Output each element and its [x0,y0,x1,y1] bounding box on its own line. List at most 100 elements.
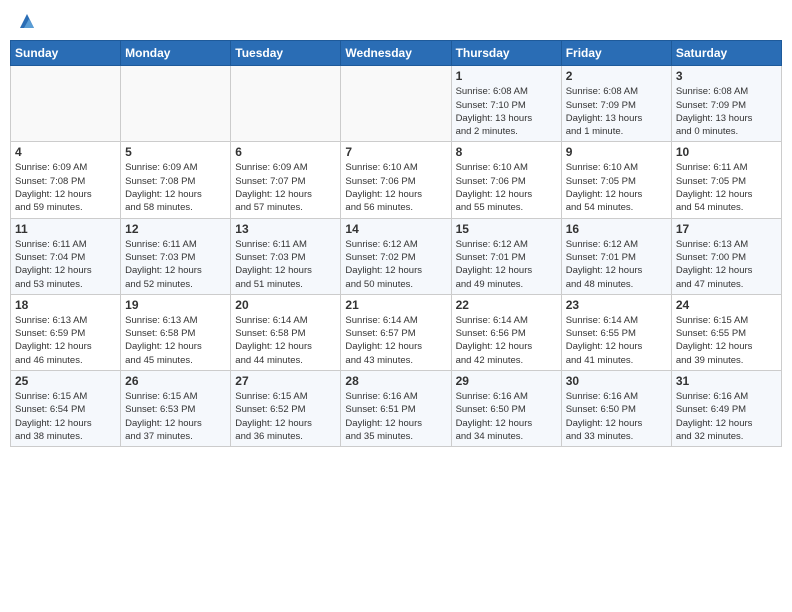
day-info: Sunrise: 6:12 AM Sunset: 7:01 PM Dayligh… [456,238,557,291]
calendar-cell: 31Sunrise: 6:16 AM Sunset: 6:49 PM Dayli… [671,371,781,447]
calendar-cell [341,66,451,142]
day-header-thursday: Thursday [451,41,561,66]
day-info: Sunrise: 6:16 AM Sunset: 6:50 PM Dayligh… [456,390,557,443]
calendar-cell: 15 Sunrise: 6:12 AM Sunset: 7:01 PM Dayli… [451,218,561,294]
day-number: 29 [456,374,557,388]
calendar-cell: 5 Sunrise: 6:09 AM Sunset: 7:08 PM Daylig… [121,142,231,218]
day-info: Sunrise: 6:08 AM Sunset: 7:09 PM Dayligh… [566,85,667,138]
calendar-cell: 24 Sunrise: 6:15 AM Sunset: 6:55 PM Dayli… [671,294,781,370]
day-number: 17 [676,222,777,236]
calendar-cell: 20Sunrise: 6:14 AM Sunset: 6:58 PM Dayli… [231,294,341,370]
day-number: 19 [125,298,226,312]
calendar-cell [121,66,231,142]
day-info: Sunrise: 6:13 AM Sunset: 6:58 PM Dayligh… [125,314,226,367]
calendar-cell: 12 Sunrise: 6:11 AM Sunset: 7:03 PM Dayli… [121,218,231,294]
calendar-cell: 3 Sunrise: 6:08 AM Sunset: 7:09 PM Daylig… [671,66,781,142]
calendar-cell: 13 Sunrise: 6:11 AM Sunset: 7:03 PM Dayli… [231,218,341,294]
logo [14,10,38,32]
calendar-week-row: 25Sunrise: 6:15 AM Sunset: 6:54 PM Dayli… [11,371,782,447]
day-info: Sunrise: 6:09 AM Sunset: 7:08 PM Dayligh… [15,161,116,214]
day-info: Sunrise: 6:10 AM Sunset: 7:06 PM Dayligh… [456,161,557,214]
calendar-cell: 30 Sunrise: 6:16 AM Sunset: 6:50 PM Dayli… [561,371,671,447]
day-number: 24 [676,298,777,312]
calendar-cell: 26Sunrise: 6:15 AM Sunset: 6:53 PM Dayli… [121,371,231,447]
day-number: 1 [456,69,557,83]
day-number: 10 [676,145,777,159]
calendar-cell [231,66,341,142]
day-number: 5 [125,145,226,159]
calendar-cell: 10 Sunrise: 6:11 AM Sunset: 7:05 PM Dayli… [671,142,781,218]
day-header-tuesday: Tuesday [231,41,341,66]
day-number: 9 [566,145,667,159]
day-header-friday: Friday [561,41,671,66]
calendar-week-row: 4 Sunrise: 6:09 AM Sunset: 7:08 PM Daylig… [11,142,782,218]
day-number: 23 [566,298,667,312]
calendar-cell: 8Sunrise: 6:10 AM Sunset: 7:06 PM Daylig… [451,142,561,218]
calendar-cell: 22 Sunrise: 6:14 AM Sunset: 6:56 PM Dayli… [451,294,561,370]
day-info: Sunrise: 6:13 AM Sunset: 6:59 PM Dayligh… [15,314,116,367]
day-info: Sunrise: 6:10 AM Sunset: 7:05 PM Dayligh… [566,161,667,214]
day-info: Sunrise: 6:09 AM Sunset: 7:07 PM Dayligh… [235,161,336,214]
day-info: Sunrise: 6:14 AM Sunset: 6:56 PM Dayligh… [456,314,557,367]
day-info: Sunrise: 6:15 AM Sunset: 6:52 PM Dayligh… [235,390,336,443]
day-info: Sunrise: 6:08 AM Sunset: 7:09 PM Dayligh… [676,85,777,138]
day-info: Sunrise: 6:13 AM Sunset: 7:00 PM Dayligh… [676,238,777,291]
calendar-cell: 17 Sunrise: 6:13 AM Sunset: 7:00 PM Dayli… [671,218,781,294]
day-info: Sunrise: 6:15 AM Sunset: 6:55 PM Dayligh… [676,314,777,367]
day-number: 30 [566,374,667,388]
day-info: Sunrise: 6:16 AM Sunset: 6:50 PM Dayligh… [566,390,667,443]
calendar-cell: 6 Sunrise: 6:09 AM Sunset: 7:07 PM Daylig… [231,142,341,218]
day-info: Sunrise: 6:09 AM Sunset: 7:08 PM Dayligh… [125,161,226,214]
day-number: 21 [345,298,446,312]
day-info: Sunrise: 6:11 AM Sunset: 7:05 PM Dayligh… [676,161,777,214]
day-number: 26 [125,374,226,388]
calendar-cell: 4 Sunrise: 6:09 AM Sunset: 7:08 PM Daylig… [11,142,121,218]
calendar-cell: 7Sunrise: 6:10 AM Sunset: 7:06 PM Daylig… [341,142,451,218]
calendar-table: SundayMondayTuesdayWednesdayThursdayFrid… [10,40,782,447]
day-number: 11 [15,222,116,236]
day-info: Sunrise: 6:11 AM Sunset: 7:03 PM Dayligh… [235,238,336,291]
day-number: 22 [456,298,557,312]
calendar-cell: 9 Sunrise: 6:10 AM Sunset: 7:05 PM Daylig… [561,142,671,218]
logo-icon [16,10,38,32]
day-number: 27 [235,374,336,388]
day-header-sunday: Sunday [11,41,121,66]
day-info: Sunrise: 6:14 AM Sunset: 6:57 PM Dayligh… [345,314,446,367]
day-info: Sunrise: 6:14 AM Sunset: 6:55 PM Dayligh… [566,314,667,367]
day-number: 6 [235,145,336,159]
day-number: 4 [15,145,116,159]
day-info: Sunrise: 6:08 AM Sunset: 7:10 PM Dayligh… [456,85,557,138]
calendar-cell: 25Sunrise: 6:15 AM Sunset: 6:54 PM Dayli… [11,371,121,447]
day-number: 13 [235,222,336,236]
calendar-week-row: 18Sunrise: 6:13 AM Sunset: 6:59 PM Dayli… [11,294,782,370]
calendar-header-row: SundayMondayTuesdayWednesdayThursdayFrid… [11,41,782,66]
calendar-cell: 19 Sunrise: 6:13 AM Sunset: 6:58 PM Dayli… [121,294,231,370]
day-info: Sunrise: 6:12 AM Sunset: 7:01 PM Dayligh… [566,238,667,291]
day-number: 3 [676,69,777,83]
day-number: 28 [345,374,446,388]
calendar-week-row: 1 Sunrise: 6:08 AM Sunset: 7:10 PM Daylig… [11,66,782,142]
calendar-cell: 29 Sunrise: 6:16 AM Sunset: 6:50 PM Dayli… [451,371,561,447]
calendar-cell: 27 Sunrise: 6:15 AM Sunset: 6:52 PM Dayli… [231,371,341,447]
day-number: 12 [125,222,226,236]
day-info: Sunrise: 6:11 AM Sunset: 7:04 PM Dayligh… [15,238,116,291]
calendar-cell: 1 Sunrise: 6:08 AM Sunset: 7:10 PM Daylig… [451,66,561,142]
day-number: 2 [566,69,667,83]
day-number: 20 [235,298,336,312]
page-header [10,10,782,32]
day-header-monday: Monday [121,41,231,66]
day-number: 15 [456,222,557,236]
day-info: Sunrise: 6:12 AM Sunset: 7:02 PM Dayligh… [345,238,446,291]
day-info: Sunrise: 6:10 AM Sunset: 7:06 PM Dayligh… [345,161,446,214]
calendar-cell: 2 Sunrise: 6:08 AM Sunset: 7:09 PM Daylig… [561,66,671,142]
day-info: Sunrise: 6:11 AM Sunset: 7:03 PM Dayligh… [125,238,226,291]
calendar-cell: 28Sunrise: 6:16 AM Sunset: 6:51 PM Dayli… [341,371,451,447]
calendar-cell: 11 Sunrise: 6:11 AM Sunset: 7:04 PM Dayli… [11,218,121,294]
day-header-wednesday: Wednesday [341,41,451,66]
day-header-saturday: Saturday [671,41,781,66]
calendar-cell: 14 Sunrise: 6:12 AM Sunset: 7:02 PM Dayli… [341,218,451,294]
day-number: 14 [345,222,446,236]
calendar-cell [11,66,121,142]
day-number: 16 [566,222,667,236]
calendar-cell: 16 Sunrise: 6:12 AM Sunset: 7:01 PM Dayli… [561,218,671,294]
